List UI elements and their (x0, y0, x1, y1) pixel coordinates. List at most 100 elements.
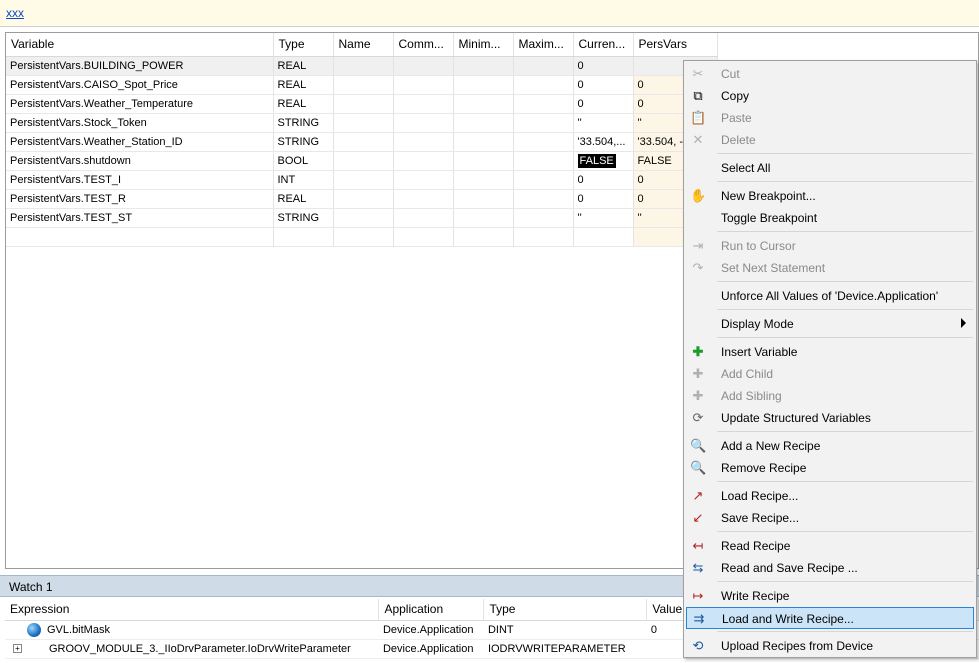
cell-min[interactable] (453, 227, 514, 247)
menu-item-new-breakpoint[interactable]: ✋ New Breakpoint... (686, 185, 974, 207)
table-row[interactable]: PersistentVars.CAISO_Spot_Price REAL 0 0 (6, 75, 718, 95)
cell-comment[interactable] (393, 208, 454, 228)
cell-min[interactable] (453, 132, 514, 152)
cell-max[interactable] (513, 113, 574, 133)
menu-item-add-sibling[interactable]: ✚ Add Sibling (686, 385, 974, 407)
cell-name[interactable] (333, 132, 394, 152)
menu-item-run-to-cursor[interactable]: ⇥ Run to Cursor (686, 235, 974, 257)
cell-name[interactable] (333, 189, 394, 209)
cell-comment[interactable] (393, 56, 454, 76)
menu-item-write-recipe[interactable]: ↦ Write Recipe (686, 585, 974, 607)
menu-item-set-next-statement[interactable]: ↷ Set Next Statement (686, 257, 974, 279)
cell-comment[interactable] (393, 94, 454, 114)
menu-item-copy[interactable]: ⧉ Copy (686, 85, 974, 107)
cell-variable[interactable]: PersistentVars.CAISO_Spot_Price (6, 75, 274, 95)
table-row[interactable]: PersistentVars.Stock_Token STRING '' '' (6, 113, 718, 133)
col-minimum[interactable]: Minim... (453, 33, 514, 57)
col-application[interactable]: Application (378, 599, 485, 621)
expand-icon[interactable]: + (13, 644, 22, 654)
menu-item-remove-recipe[interactable]: 🔍 Remove Recipe (686, 457, 974, 479)
menu-item-load-write-recipe[interactable]: ⇉ Load and Write Recipe... (686, 607, 974, 629)
col-type[interactable]: Type (483, 599, 648, 621)
table-row-empty[interactable] (6, 227, 718, 247)
menu-item-update-structured[interactable]: ⟳ Update Structured Variables (686, 407, 974, 429)
cell-min[interactable] (453, 56, 514, 76)
cell-min[interactable] (453, 113, 514, 133)
table-row[interactable]: PersistentVars.shutdown BOOL FALSE FALSE (6, 151, 718, 171)
col-type[interactable]: Type (273, 33, 334, 57)
col-persvars[interactable]: PersVars (633, 33, 718, 57)
table-row[interactable]: PersistentVars.Weather_Temperature REAL … (6, 94, 718, 114)
cell-comment[interactable] (393, 151, 454, 171)
cell-name[interactable] (333, 113, 394, 133)
menu-item-save-recipe[interactable]: ↙ Save Recipe... (686, 507, 974, 529)
menu-item-paste[interactable]: 📋 Paste (686, 107, 974, 129)
cell-name[interactable] (333, 94, 394, 114)
menu-item-toggle-breakpoint[interactable]: Toggle Breakpoint (686, 207, 974, 229)
menu-item-load-recipe[interactable]: ↗ Load Recipe... (686, 485, 974, 507)
cell-max[interactable] (513, 132, 574, 152)
table-row[interactable]: PersistentVars.Weather_Station_ID STRING… (6, 132, 718, 152)
cell-name[interactable] (333, 227, 394, 247)
table-row[interactable]: PersistentVars.TEST_I INT 0 0 (6, 170, 718, 190)
menu-item-cut[interactable]: ✂ Cut (686, 63, 974, 85)
cell-max[interactable] (513, 170, 574, 190)
table-row[interactable]: PersistentVars.BUILDING_POWER REAL 0 (6, 56, 718, 76)
header-link[interactable]: xxx (6, 6, 24, 20)
menu-item-add-child[interactable]: ✚ Add Child (686, 363, 974, 385)
col-name[interactable]: Name (333, 33, 394, 57)
cell-max[interactable] (513, 75, 574, 95)
cell-max[interactable] (513, 94, 574, 114)
cell-max[interactable] (513, 56, 574, 76)
col-comment[interactable]: Comm... (393, 33, 454, 57)
cell-min[interactable] (453, 189, 514, 209)
menu-item-delete[interactable]: ✕ Delete (686, 129, 974, 151)
cell-min[interactable] (453, 170, 514, 190)
cell-name[interactable] (333, 170, 394, 190)
cell-min[interactable] (453, 94, 514, 114)
cell-variable[interactable]: PersistentVars.Weather_Temperature (6, 94, 274, 114)
cell-max[interactable] (513, 208, 574, 228)
cell-max[interactable] (513, 189, 574, 209)
menu-item-select-all[interactable]: Select All (686, 157, 974, 179)
cell-comment[interactable] (393, 75, 454, 95)
cell-variable[interactable]: PersistentVars.TEST_I (6, 170, 274, 190)
menu-item-upload-recipes[interactable]: ⟲ Upload Recipes from Device (686, 635, 974, 657)
expression-label[interactable]: GVL.bitMask (47, 623, 110, 635)
col-maximum[interactable]: Maxim... (513, 33, 574, 57)
menu-item-read-save-recipe[interactable]: ⇆ Read and Save Recipe ... (686, 557, 974, 579)
expression-label[interactable]: GROOV_MODULE_3._IIoDrvParameter.IoDrvWri… (49, 643, 351, 655)
cell-variable[interactable]: PersistentVars.Stock_Token (6, 113, 274, 133)
cell-max[interactable] (513, 151, 574, 171)
cell-variable[interactable] (6, 227, 274, 247)
cell-max[interactable] (513, 227, 574, 247)
cell-name[interactable] (333, 208, 394, 228)
cell-comment[interactable] (393, 113, 454, 133)
cell-name[interactable] (333, 75, 394, 95)
cell-name[interactable] (333, 56, 394, 76)
cell-variable[interactable]: PersistentVars.TEST_R (6, 189, 274, 209)
menu-item-unforce-all[interactable]: Unforce All Values of 'Device.Applicatio… (686, 285, 974, 307)
cell-min[interactable] (453, 75, 514, 95)
cell-min[interactable] (453, 151, 514, 171)
menu-item-add-recipe[interactable]: 🔍 Add a New Recipe (686, 435, 974, 457)
cell-name[interactable] (333, 151, 394, 171)
cell-comment[interactable] (393, 132, 454, 152)
col-current[interactable]: Curren... (573, 33, 634, 57)
cell-min[interactable] (453, 208, 514, 228)
cell-variable[interactable]: PersistentVars.TEST_ST (6, 208, 274, 228)
menu-item-read-recipe[interactable]: ↤ Read Recipe (686, 535, 974, 557)
cell-variable[interactable]: PersistentVars.Weather_Station_ID (6, 132, 274, 152)
menu-item-insert-variable[interactable]: ✚ Insert Variable (686, 341, 974, 363)
table-row[interactable]: PersistentVars.TEST_ST STRING '' '' (6, 208, 718, 228)
col-variable[interactable]: Variable (6, 33, 274, 57)
cell-comment[interactable] (393, 227, 454, 247)
menu-item-display-mode[interactable]: Display Mode (686, 313, 974, 335)
cell-comment[interactable] (393, 189, 454, 209)
cell-variable[interactable]: PersistentVars.BUILDING_POWER (6, 56, 274, 76)
cell-comment[interactable] (393, 170, 454, 190)
cell-variable[interactable]: PersistentVars.shutdown (6, 151, 274, 171)
col-expression[interactable]: Expression (5, 599, 380, 621)
table-row[interactable]: PersistentVars.TEST_R REAL 0 0 (6, 189, 718, 209)
current-value-false: FALSE (577, 153, 616, 168)
